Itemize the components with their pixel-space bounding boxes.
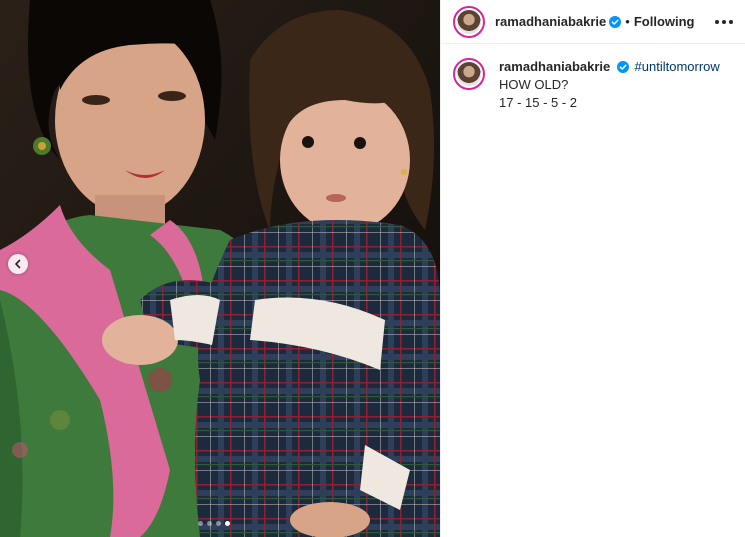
caption-line: 17 - 15 - 5 - 2 [499, 95, 578, 110]
header-separator: • [625, 14, 630, 29]
caption-body: ramadhaniabakrie #untiltomorrow HOW OLD?… [499, 58, 720, 112]
carousel-prev-button[interactable] [8, 254, 28, 274]
following-button[interactable]: Following [634, 14, 695, 29]
chevron-left-icon [15, 259, 21, 269]
carousel-indicator [198, 521, 230, 526]
photo-image [0, 0, 440, 537]
post-header: ramadhaniabakrie • Following [441, 0, 745, 44]
caption-line: HOW OLD? [499, 77, 569, 92]
carousel-dot [207, 521, 212, 526]
post-side-panel: ramadhaniabakrie • Following ramadhaniab… [440, 0, 745, 537]
username-link[interactable]: ramadhaniabakrie [495, 14, 606, 29]
carousel-dot [216, 521, 221, 526]
caption-username-link[interactable]: ramadhaniabakrie [499, 59, 610, 74]
carousel-dot [198, 521, 203, 526]
avatar[interactable] [453, 58, 485, 90]
post-photo[interactable] [0, 0, 440, 537]
verified-badge-icon [609, 15, 622, 28]
avatar[interactable] [453, 5, 485, 38]
carousel-dot-active [225, 521, 230, 526]
more-options-icon[interactable] [715, 19, 733, 24]
hashtag-link[interactable]: #untiltomorrow [635, 59, 720, 74]
caption: ramadhaniabakrie #untiltomorrow HOW OLD?… [441, 44, 745, 112]
verified-badge-icon [616, 61, 629, 73]
